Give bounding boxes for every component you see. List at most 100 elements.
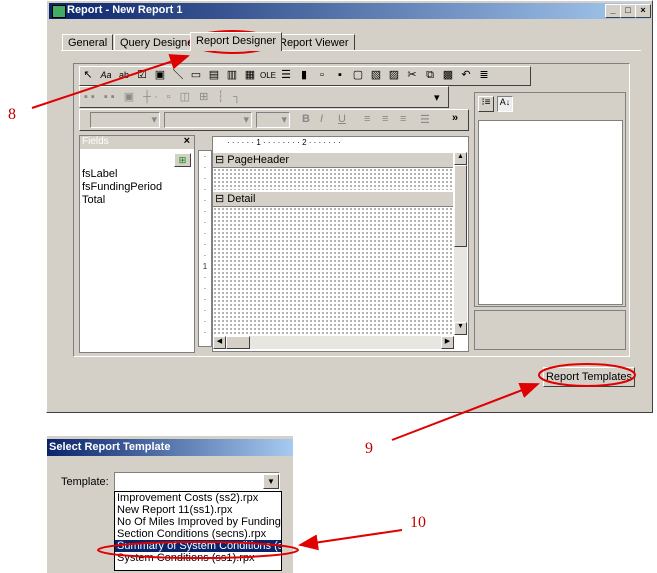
- open-icon[interactable]: ▢: [350, 67, 366, 83]
- designer-area: ↖ Aa ab ☑ ▣ ＼ ▭ ▤ ▥ ▦ OLE ☰ ▮ ▫ ▪ ▢ ▧ ▨ ✂ ⧉ ▩ ↶ ≣ ▪▪ ▪▪ ▣ ┼· ▫…: [73, 63, 630, 357]
- categorized-icon[interactable]: ⁝≡: [478, 96, 494, 112]
- template-label: Template:: [61, 476, 109, 488]
- app-icon: [52, 5, 66, 18]
- template-option[interactable]: Section Conditions (secns).rpx: [115, 528, 281, 540]
- horizontal-scrollbar[interactable]: ◀ ▶: [213, 336, 454, 349]
- scroll-down-icon[interactable]: ▼: [454, 322, 467, 335]
- fields-close-icon[interactable]: ×: [184, 135, 190, 147]
- align-icons: ▪▪ ▪▪ ▣ ┼· ▫ ◫ ⊞ ┆ ┐: [84, 91, 244, 103]
- rectangle-icon[interactable]: ▭: [188, 67, 204, 83]
- align-right-icon[interactable]: ≡: [400, 113, 406, 125]
- template-option[interactable]: No Of Miles Improved by Funding P: [115, 516, 281, 528]
- callout-8: 8: [8, 106, 16, 123]
- property-grid[interactable]: [478, 120, 623, 305]
- section-label: PageHeader: [227, 154, 290, 166]
- toolbox-toolbar: ↖ Aa ab ☑ ▣ ＼ ▭ ▤ ▥ ▦ OLE ☰ ▮ ▫ ▪ ▢ ▧ ▨ ✂ ⧉ ▩ ↶ ≣: [79, 66, 531, 86]
- section-detail[interactable]: ⊟ Detail: [213, 191, 453, 207]
- template-select[interactable]: ▼: [114, 472, 280, 491]
- size-select[interactable]: ▾: [256, 112, 290, 128]
- property-description: [474, 310, 626, 350]
- report-templates-button[interactable]: Report Templates: [543, 367, 635, 387]
- scroll-right-icon[interactable]: ▶: [441, 336, 454, 349]
- dropdown-icon[interactable]: ▾: [434, 91, 440, 104]
- report-window: Report - New Report 1 _ □ × General Quer…: [46, 0, 653, 413]
- template-option[interactable]: System Conditions (ss1).rpx: [115, 552, 281, 564]
- fields-title: Fields: [82, 136, 109, 147]
- properties-icon[interactable]: ▨: [386, 67, 402, 83]
- style-select[interactable]: ▾: [90, 112, 160, 128]
- template-dropdown-list: Improvement Costs (ss2).rpx New Report 1…: [114, 491, 282, 571]
- line-icon[interactable]: ＼: [170, 67, 186, 83]
- italic-button[interactable]: I: [320, 113, 323, 125]
- bullets-icon[interactable]: ☰: [420, 113, 430, 126]
- section-pageheader[interactable]: ⊟ PageHeader: [213, 152, 453, 168]
- alphabetical-icon[interactable]: A↓: [497, 96, 513, 112]
- title-bar: Report - New Report 1 _ □ ×: [49, 3, 651, 19]
- more-chevron-icon[interactable]: »: [452, 112, 458, 124]
- picture-icon[interactable]: ▣: [152, 67, 168, 83]
- cut-icon[interactable]: ✂: [404, 67, 420, 83]
- select-template-dialog: Select Report Template Template: ▼ Impro…: [46, 435, 293, 573]
- template-option-selected[interactable]: Summary of System Conditions (ss1: [115, 540, 281, 552]
- template-option[interactable]: Improvement Costs (ss2).rpx: [115, 492, 281, 504]
- new-icon[interactable]: ▫: [314, 67, 330, 83]
- add-field-icon[interactable]: ⊞: [174, 153, 191, 167]
- tab-general[interactable]: General: [62, 34, 114, 51]
- scroll-thumb[interactable]: [454, 165, 467, 247]
- template-option[interactable]: New Report 11(ss1).rpx: [115, 504, 281, 516]
- detail-grid[interactable]: [213, 207, 453, 335]
- field-item[interactable]: fsFundingPeriod: [80, 181, 192, 194]
- align-center-icon[interactable]: ≡: [382, 113, 388, 125]
- pointer-icon[interactable]: ↖: [80, 67, 96, 83]
- minimize-button[interactable]: _: [605, 4, 621, 18]
- pagebreak-icon[interactable]: ☰: [278, 67, 294, 83]
- richtext-icon[interactable]: ▦: [242, 67, 258, 83]
- section-label: Detail: [227, 193, 256, 205]
- vertical-scrollbar[interactable]: ▲ ▼: [454, 152, 467, 335]
- scroll-hthumb[interactable]: [226, 336, 250, 349]
- report-canvas[interactable]: · · · · · · 1 · · · · · · · · 2 · · · · …: [212, 136, 469, 352]
- scroll-left-icon[interactable]: ◀: [213, 336, 226, 349]
- window-title: Report - New Report 1: [67, 4, 183, 16]
- align-left-icon[interactable]: ≡: [364, 113, 370, 125]
- maximize-button[interactable]: □: [620, 4, 636, 18]
- barcode-icon[interactable]: ▮: [296, 67, 312, 83]
- chart-icon[interactable]: ▤: [206, 67, 222, 83]
- callout-10: 10: [410, 514, 426, 531]
- subreport-icon[interactable]: ▥: [224, 67, 240, 83]
- textbox-icon[interactable]: ab: [116, 67, 132, 83]
- tab-divider: [61, 50, 641, 51]
- field-item[interactable]: Total: [80, 194, 192, 207]
- pageheader-grid[interactable]: [213, 168, 453, 190]
- collapse-icon[interactable]: ⊟: [215, 154, 224, 166]
- arrow-10: [298, 529, 403, 551]
- format-toolbar: ▾ ▾ ▾ B I U ≡ ≡ ≡ ☰ »: [79, 109, 469, 131]
- tab-report-viewer[interactable]: Report Viewer: [273, 34, 355, 51]
- save-icon[interactable]: ▪: [332, 67, 348, 83]
- field-item[interactable]: fsLabel: [80, 168, 192, 181]
- checkbox-icon[interactable]: ☑: [134, 67, 150, 83]
- scroll-up-icon[interactable]: ▲: [454, 152, 467, 165]
- callout-9: 9: [365, 440, 373, 457]
- undo-icon[interactable]: ↶: [458, 67, 474, 83]
- copy-icon[interactable]: ⧉: [422, 67, 438, 83]
- fields-panel: Fields × ⊞ fsLabel fsFundingPeriod Total: [79, 135, 195, 353]
- bold-button[interactable]: B: [302, 113, 310, 125]
- collapse-icon[interactable]: ⊟: [215, 193, 224, 205]
- close-button[interactable]: ×: [635, 4, 651, 18]
- ole-icon[interactable]: OLE: [260, 68, 276, 84]
- paste-icon[interactable]: ▩: [440, 67, 456, 83]
- horizontal-ruler: · · · · · · 1 · · · · · · · · 2 · · · · …: [227, 138, 341, 147]
- dialog-title-bar: Select Report Template: [47, 439, 293, 456]
- align-toolbar: ▪▪ ▪▪ ▣ ┼· ▫ ◫ ⊞ ┆ ┐ ▾: [79, 86, 449, 108]
- dialog-title: Select Report Template: [49, 441, 171, 453]
- field-list: fsLabel fsFundingPeriod Total: [80, 168, 192, 207]
- chevron-down-icon[interactable]: ▼: [263, 474, 279, 489]
- list-icon[interactable]: ≣: [476, 67, 492, 83]
- vertical-ruler: · · · · · · · · · · 1 · · · · · ·: [198, 150, 212, 347]
- font-select[interactable]: ▾: [164, 112, 252, 128]
- tab-report-designer[interactable]: Report Designer: [190, 32, 283, 51]
- label-icon[interactable]: Aa: [98, 67, 114, 83]
- print-icon[interactable]: ▧: [368, 67, 384, 83]
- underline-button[interactable]: U: [338, 113, 346, 125]
